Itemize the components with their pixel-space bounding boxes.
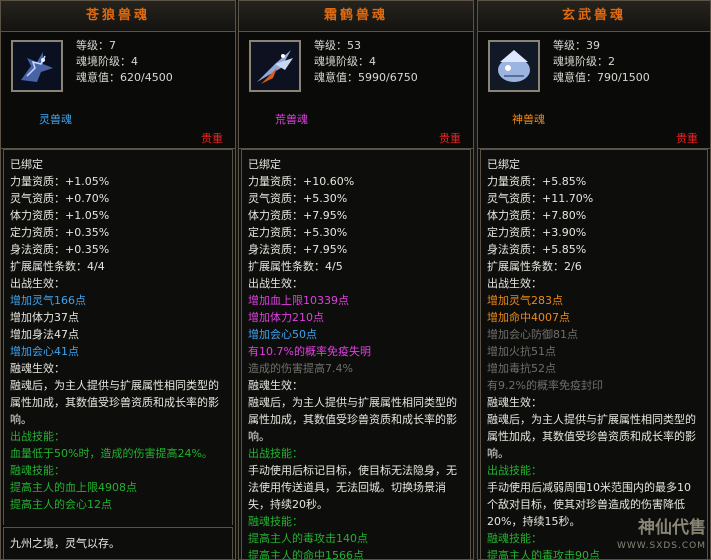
panel-body: 已绑定力量资质：+10.60% 灵气资质：+5.30% 体力资质：+7.95% 定力资…: [241, 149, 471, 559]
attr-line: 手动使用后标记目标，使目标无法隐身，无法使用传送道具，无法回城。切换场景消失，持…: [248, 464, 457, 511]
crane-soul-icon[interactable]: [249, 40, 301, 92]
attr-line: 提高主人的命中1566点: [248, 549, 364, 560]
tier-value: 2: [608, 55, 615, 68]
attr-line: 出战生效：: [248, 277, 303, 290]
spirit-value: 5990/6750: [358, 71, 418, 84]
level-value: 53: [347, 39, 361, 52]
attr-line: 出战生效：: [10, 277, 65, 290]
attr-line: 出战技能：: [248, 447, 303, 460]
tier-value: 4: [131, 55, 138, 68]
attr-line: 增加身法47点: [10, 328, 79, 341]
attr-line: 血量低于50%时，造成的伤害提高24%。: [10, 447, 213, 460]
wolf-soul-icon[interactable]: [11, 40, 63, 92]
panel-header: 等级：53 魂境阶级：4 魂意值：5990/6750 荒兽魂 贵重: [239, 32, 473, 149]
beast-soul-panel-xuanwu: 玄武兽魂 等级：39 魂境阶级：2 魂意值：790/1500 神兽魂 贵重 已绑…: [477, 0, 711, 560]
attr-line: 体力资质：+7.80%: [487, 209, 587, 222]
rarity-label: 贵重: [439, 132, 461, 145]
beast-soul-panel-shuanghe: 霜鹤兽魂 等级：53 魂境阶级：4 魂意值：5990/6750 荒兽魂 贵重 已…: [238, 0, 474, 560]
soul-rank: 神兽魂: [512, 113, 545, 126]
attr-line: 提高主人的血上限4908点: [10, 481, 137, 494]
attr-line: 力量资质：+1.05%: [10, 175, 110, 188]
attr-line: 有10.7%的概率免疫失明: [248, 345, 371, 358]
attr-line: 灵气资质：+11.70%: [487, 192, 594, 205]
watermark-logo: 神仙代售 WWW.SXDS.COM: [616, 518, 706, 551]
attr-line: 融魂技能：: [10, 464, 65, 477]
attr-line: 融魂生效：: [487, 396, 542, 409]
panel-header: 等级：7 魂境阶级：4 魂意值：620/4500 灵兽魂 贵重: [1, 32, 235, 149]
attr-line: 体力资质：+7.95%: [248, 209, 348, 222]
panel-header: 等级：39 魂境阶级：2 魂意值：790/1500 神兽魂 贵重: [478, 32, 710, 149]
attr-line: 增加会心41点: [10, 345, 79, 358]
attr-line: 灵气资质：+5.30%: [248, 192, 348, 205]
attr-line: 定力资质：+0.35%: [10, 226, 110, 239]
flavor-text: 九州之境，灵气以存。: [3, 527, 233, 559]
attr-line: 增加体力210点: [248, 311, 324, 324]
attr-line: 身法资质：+5.85%: [487, 243, 587, 256]
panel-title: 苍狼兽魂: [1, 1, 235, 32]
beast-soul-panel-cangliang: 苍狼兽魂 等级：7 魂境阶级：4 魂意值：620/4500 灵兽魂 贵重 已绑定…: [0, 0, 236, 560]
attr-line: 扩展属性条数：2/6: [487, 260, 582, 273]
attr-line: 增加会心50点: [248, 328, 317, 341]
attr-line: 提高主人的毒攻击140点: [248, 532, 368, 545]
attr-line: 力量资质：+10.60%: [248, 175, 355, 188]
attr-line: 已绑定: [10, 158, 43, 171]
attr-line: 已绑定: [248, 158, 281, 171]
attr-line: 有9.2%的概率免疫封印: [487, 379, 603, 392]
panel-title: 霜鹤兽魂: [239, 1, 473, 32]
attr-line: 力量资质：+5.85%: [487, 175, 587, 188]
attr-line: 体力资质：+1.05%: [10, 209, 110, 222]
attr-line: 增加灵气166点: [10, 294, 86, 307]
attr-line: 增加命中4007点: [487, 311, 570, 324]
attr-line: 身法资质：+0.35%: [10, 243, 110, 256]
attr-line: 身法资质：+7.95%: [248, 243, 348, 256]
tortoise-soul-icon[interactable]: [488, 40, 540, 92]
attr-line: 出战技能：: [487, 464, 542, 477]
attr-line: 增加体力37点: [10, 311, 79, 324]
soul-rank: 荒兽魂: [275, 113, 308, 126]
spirit-value: 620/4500: [120, 71, 173, 84]
soul-stats: 等级：7 魂境阶级：4 魂意值：620/4500: [76, 39, 173, 84]
rarity-label: 贵重: [201, 132, 223, 145]
attr-line: 提高主人的会心12点: [10, 498, 112, 511]
attr-line: 增加会心防御81点: [487, 328, 578, 341]
level-value: 7: [109, 39, 116, 52]
attr-line: 增加火抗51点: [487, 345, 556, 358]
attr-line: 增加毒抗52点: [487, 362, 556, 375]
rarity-label: 贵重: [676, 132, 698, 145]
attr-line: 出战技能：: [10, 430, 65, 443]
spirit-value: 790/1500: [597, 71, 650, 84]
level-value: 39: [586, 39, 600, 52]
attr-line: 造成的伤害提高7.4%: [248, 362, 353, 375]
attr-line: 定力资质：+5.30%: [248, 226, 348, 239]
attr-line: 已绑定: [487, 158, 520, 171]
attr-line: 融魂技能：: [248, 515, 303, 528]
attr-line: 增加血上限10339点: [248, 294, 349, 307]
soul-stats: 等级：39 魂境阶级：2 魂意值：790/1500: [553, 39, 650, 84]
attr-line: 扩展属性条数：4/5: [248, 260, 343, 273]
attr-line: 融魂后，为主人提供与扩展属性相同类型的属性加成，其数值受珍兽资质和成长率的影响。: [487, 413, 696, 460]
attr-line: 融魂生效：: [248, 379, 303, 392]
attr-line: 定力资质：+3.90%: [487, 226, 587, 239]
attr-line: 扩展属性条数：4/4: [10, 260, 105, 273]
panel-body: 已绑定力量资质：+5.85% 灵气资质：+11.70% 体力资质：+7.80% 定力资…: [480, 149, 708, 559]
panel-body: 已绑定力量资质：+1.05% 灵气资质：+0.70% 体力资质：+1.05% 定力资质…: [3, 149, 233, 525]
attr-line: 融魂后，为主人提供与扩展属性相同类型的属性加成，其数值受珍兽资质和成长率的影响。: [10, 379, 219, 426]
soul-rank: 灵兽魂: [39, 113, 72, 126]
tier-value: 4: [369, 55, 376, 68]
attr-line: 出战生效：: [487, 277, 542, 290]
attr-line: 融魂生效：: [10, 362, 65, 375]
attr-line: 增加灵气283点: [487, 294, 563, 307]
attr-line: 融魂后，为主人提供与扩展属性相同类型的属性加成，其数值受珍兽资质和成长率的影响。: [248, 396, 457, 443]
attr-line: 灵气资质：+0.70%: [10, 192, 110, 205]
soul-stats: 等级：53 魂境阶级：4 魂意值：5990/6750: [314, 39, 418, 84]
panel-title: 玄武兽魂: [478, 1, 710, 32]
